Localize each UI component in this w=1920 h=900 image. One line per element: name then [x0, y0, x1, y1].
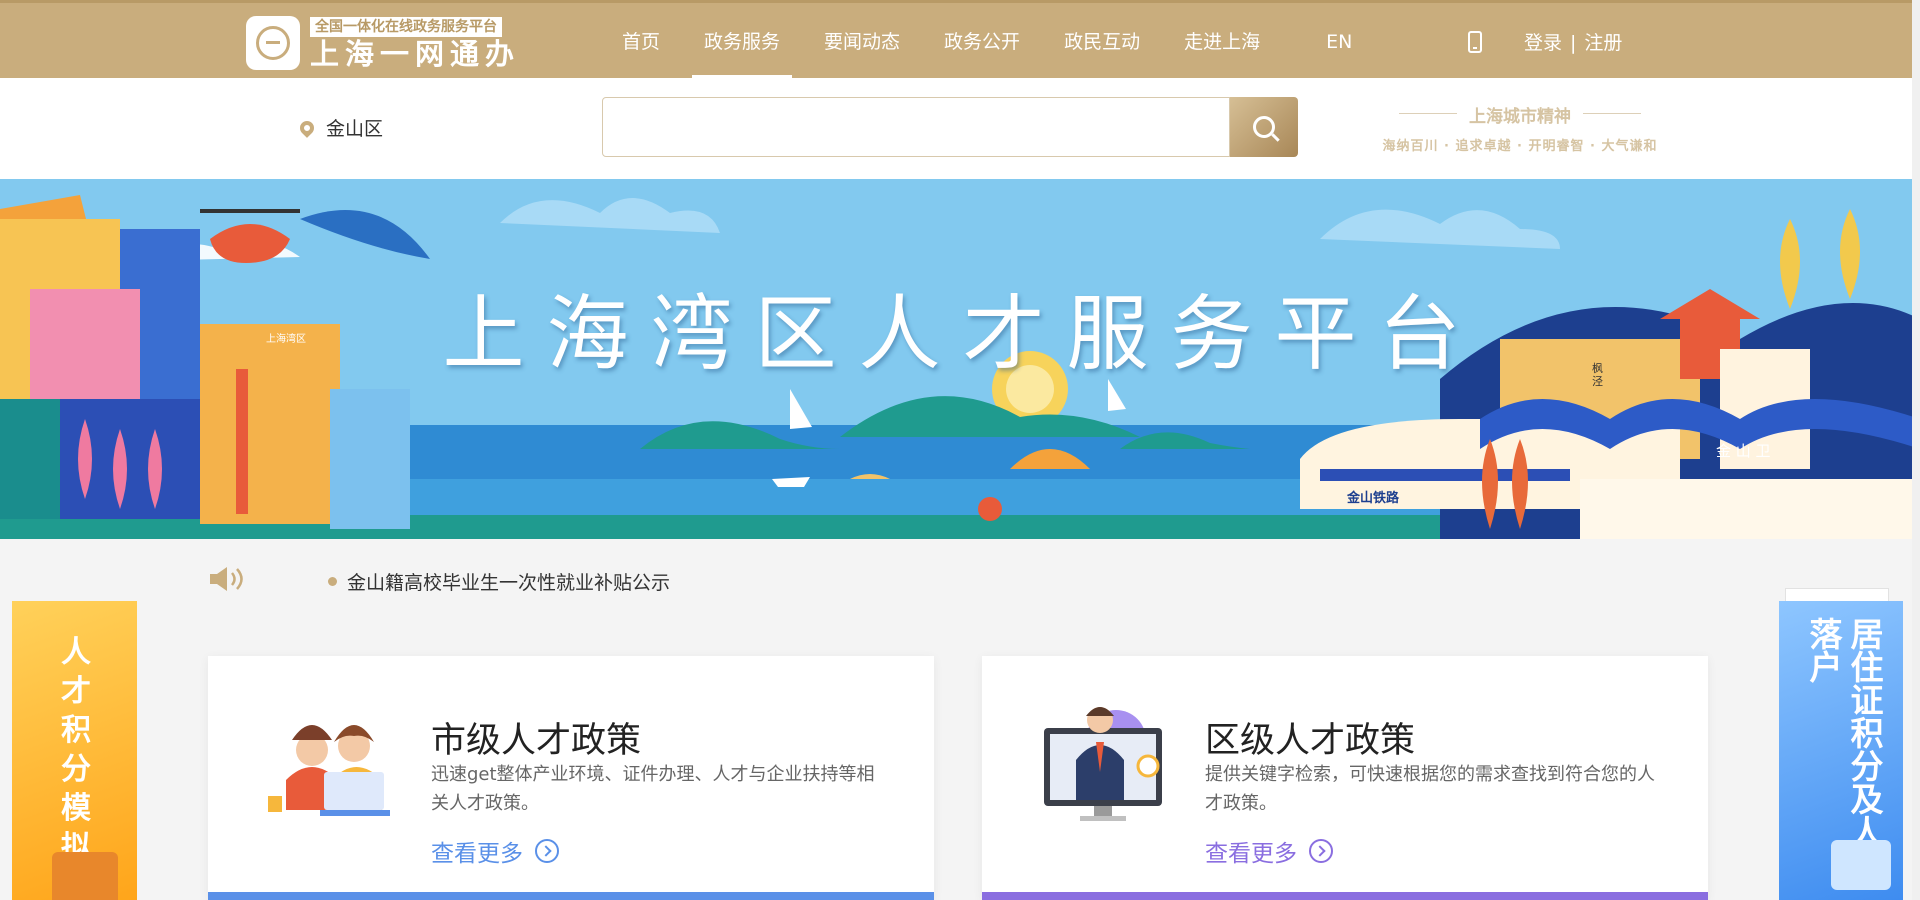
logo-text: 全国一体化在线政务服务平台 上海一网通办 [310, 16, 520, 71]
banner-title: 上海湾区人才服务平台 [442, 287, 1483, 382]
search-input[interactable] [602, 97, 1230, 157]
nav-item-news[interactable]: 要闻动态 [802, 3, 922, 78]
float-illustration-icon [52, 852, 118, 900]
talent-points-simulation-float[interactable]: 人才积分模拟 [12, 601, 137, 900]
city-policy-card[interactable]: 市级人才政策 迅速get整体产业环境、证件办理、人才与企业扶持等相关人才政策。 … [208, 656, 934, 900]
nav-item-home[interactable]: 首页 [600, 3, 682, 78]
card-title: 市级人才政策 [431, 721, 642, 761]
view-more-link[interactable]: 查看更多 [1205, 834, 1333, 868]
float-illustration-icon [1831, 840, 1891, 890]
card-title: 区级人才政策 [1205, 721, 1416, 761]
city-spirit-subtitle: 海纳百川 · 追求卓越 · 开明睿智 · 大气谦和 [1382, 139, 1658, 154]
nav-item-interaction[interactable]: 政民互动 [1042, 3, 1162, 78]
arrow-right-circle-icon [535, 839, 559, 863]
page-scrollbar[interactable] [1912, 0, 1920, 900]
nav-item-gov-services[interactable]: 政务服务 [682, 3, 802, 79]
logo-tagline: 全国一体化在线政务服务平台 [310, 16, 502, 37]
logo-emblem-icon [246, 16, 300, 70]
auth-separator: | [1570, 32, 1577, 54]
arrow-right-circle-icon [1309, 839, 1333, 863]
auth-links: 登录 | 注册 [1524, 3, 1622, 83]
train-label: 金山铁路 [1347, 491, 1400, 506]
float-close-tab[interactable] [1785, 588, 1889, 601]
city-spirit-title: 上海城市精神 [1399, 102, 1641, 127]
top-nav-bar: 全国一体化在线政务服务平台 上海一网通办 首页 政务服务 要闻动态 政务公开 政… [0, 0, 1920, 79]
building-sign-label: 上海湾区 [266, 334, 306, 345]
main-nav: 首页 政务服务 要闻动态 政务公开 政民互动 走进上海 EN [600, 3, 1374, 79]
notice-bar: 金山籍高校毕业生一次性就业补贴公示 [0, 539, 1920, 619]
hero-banner[interactable]: 上海湾区人才服务平台 上海湾区 金山铁路 枫泾 金 山 卫 [0, 179, 1920, 539]
nav-item-about-shanghai[interactable]: 走进上海 [1162, 3, 1282, 78]
search-row: 金山区 上海城市精神 海纳百川 · 追求卓越 · 开明睿智 · 大气谦和 [0, 78, 1920, 179]
location-selector[interactable]: 金山区 [297, 114, 384, 141]
residence-permit-float[interactable]: 居住证积分及人才落户 [1779, 601, 1903, 900]
talent-points-simulation-label: 人才积分模拟 [61, 635, 91, 865]
login-link[interactable]: 登录 [1524, 32, 1562, 54]
people-laptop-illustration-icon [268, 725, 390, 816]
presenter-screen-illustration-icon [1044, 707, 1162, 821]
card-accent-bar [982, 892, 1708, 900]
nav-item-gov-affairs[interactable]: 政务公开 [922, 3, 1042, 78]
location-pin-icon [297, 117, 317, 138]
speaker-icon [210, 567, 243, 591]
mobile-phone-icon[interactable] [1468, 31, 1482, 53]
register-link[interactable]: 注册 [1584, 32, 1622, 54]
language-switch-en[interactable]: EN [1304, 3, 1374, 78]
gate-label: 枫泾 [1592, 362, 1603, 388]
search-icon [1253, 116, 1275, 138]
site-logo[interactable]: 全国一体化在线政务服务平台 上海一网通办 [246, 15, 520, 71]
card-description: 迅速get整体产业环境、证件办理、人才与企业扶持等相关人才政策。 [431, 764, 875, 814]
location-label: 金山区 [326, 118, 384, 140]
bullet-dot-icon [328, 577, 337, 586]
town-label: 金 山 卫 [1716, 442, 1771, 460]
card-description: 提供关键字检索，可快速根据您的需求查找到符合您的人才政策。 [1205, 764, 1655, 814]
logo-title: 上海一网通办 [310, 36, 521, 71]
search-button[interactable] [1230, 97, 1298, 157]
card-accent-bar [208, 892, 934, 900]
notice-item[interactable]: 金山籍高校毕业生一次性就业补贴公示 [328, 568, 670, 595]
notice-item-text: 金山籍高校毕业生一次性就业补贴公示 [347, 572, 671, 594]
view-more-label: 查看更多 [431, 841, 523, 867]
district-policy-card[interactable]: 区级人才政策 提供关键字检索，可快速根据您的需求查找到符合您的人才政策。 查看更… [982, 656, 1708, 900]
view-more-link[interactable]: 查看更多 [431, 834, 559, 868]
city-spirit-slogan: 上海城市精神 海纳百川 · 追求卓越 · 开明睿智 · 大气谦和 [1370, 102, 1670, 154]
view-more-label: 查看更多 [1205, 841, 1297, 867]
